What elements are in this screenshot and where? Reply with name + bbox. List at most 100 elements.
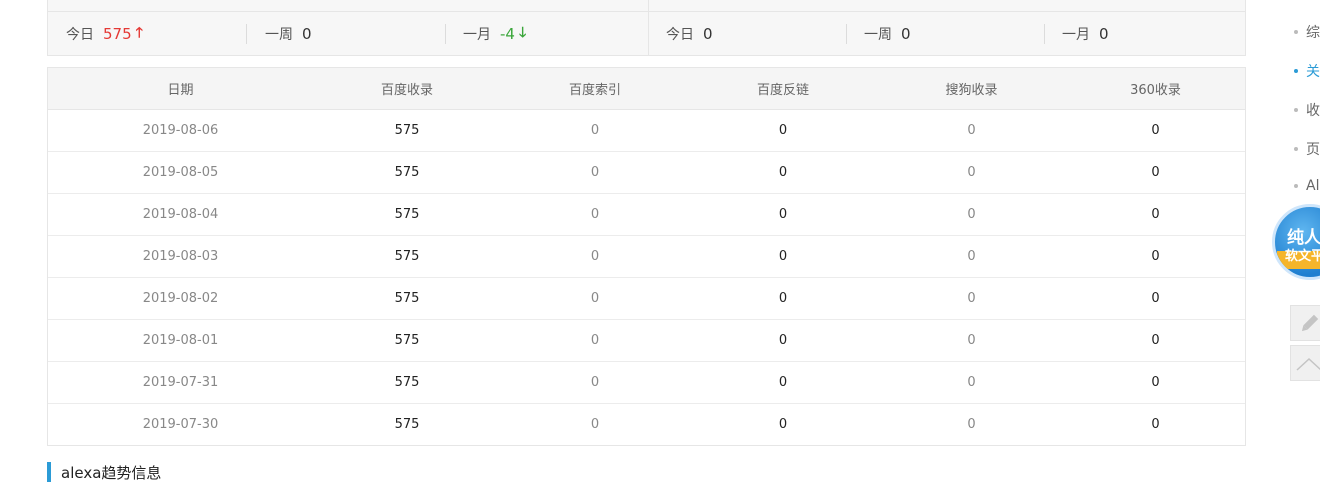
column-header-360-indexed: 360收录 [1066, 68, 1245, 110]
stat-value: 575 [103, 25, 132, 43]
stat-separator [1044, 24, 1045, 44]
cell-date: 2019-08-03 [48, 235, 313, 278]
stat-label: 一月 [1062, 27, 1090, 43]
stat-value: 0 [901, 25, 911, 43]
stat-month-right: 一月 0 [1062, 12, 1109, 56]
bullet-icon [1294, 184, 1298, 188]
arrow-up-icon: 🡑 [135, 25, 143, 41]
cell-date: 2019-08-01 [48, 319, 313, 362]
cell-baidu-indexed: 575 [313, 319, 501, 362]
stat-value: -4 [500, 25, 515, 43]
cell-baidu-backlinks: 0 [689, 277, 877, 320]
cell-sogou-indexed: 0 [877, 319, 1066, 362]
cell-baidu-backlinks: 0 [689, 193, 877, 236]
cell-baidu-backlinks: 0 [689, 151, 877, 194]
cell-baidu-backlinks: 0 [689, 109, 877, 152]
stat-value: 0 [703, 25, 713, 43]
cell-360-indexed: 0 [1066, 109, 1245, 152]
cell-360-indexed: 0 [1066, 235, 1245, 278]
table-row: 2019-08-04 575 0 0 0 0 [48, 193, 1245, 236]
side-nav-item-active[interactable]: 关 [1294, 61, 1320, 81]
cell-baidu-indexed: 575 [313, 361, 501, 404]
side-nav-item[interactable]: 综 [1294, 22, 1320, 42]
cell-baidu-indexed: 575 [313, 109, 501, 152]
side-nav-label: Al [1306, 178, 1320, 194]
cell-baidu-indexed: 575 [313, 235, 501, 278]
cell-baidu-index: 0 [590, 417, 600, 432]
promo-badge[interactable]: 纯人 软文平 [1272, 204, 1320, 280]
stat-value: 0 [1099, 25, 1109, 43]
edit-button[interactable] [1290, 305, 1320, 341]
cell-360-indexed: 0 [1151, 417, 1160, 432]
stat-month-left: 一月 -4 🡓 [463, 12, 526, 56]
cell-date: 2019-07-31 [48, 361, 313, 404]
cell-baidu-backlinks: 0 [689, 361, 877, 404]
stat-week-left: 一周 0 [265, 12, 312, 56]
back-to-top-button[interactable] [1290, 345, 1320, 381]
cell-360-indexed: 0 [1066, 151, 1245, 194]
stat-separator [246, 24, 247, 44]
stats-bar: 今日 575 🡑 一周 0 一月 -4 🡓 今日 0 一周 0 一月 0 [47, 0, 1246, 56]
stat-today-left: 今日 575 🡑 [66, 12, 143, 56]
side-nav-label: 关 [1306, 64, 1320, 80]
side-nav-item[interactable]: 页 [1294, 139, 1320, 159]
cell-baidu-index: 0 [501, 235, 689, 278]
bullet-icon [1294, 30, 1298, 34]
cell-baidu-indexed: 575 [313, 151, 501, 194]
arrow-down-icon: 🡓 [518, 25, 527, 41]
cell-date: 2019-08-06 [48, 109, 313, 152]
column-header-date: 日期 [48, 68, 313, 110]
table-header-row: 日期 百度收录 百度索引 百度反链 搜狗收录 360收录 [48, 68, 1245, 110]
pencil-icon [1301, 314, 1319, 332]
cell-sogou-indexed: 0 [877, 361, 1066, 404]
table-row: 2019-08-03 575 0 0 0 0 [48, 235, 1245, 278]
chevron-up-icon [1296, 357, 1320, 371]
cell-baidu-backlinks: 0 [689, 235, 877, 278]
table-row: 2019-07-30 575 0 0 0 0 [48, 404, 1245, 446]
stat-label: 一周 [864, 27, 892, 43]
index-table: 日期 百度收录 百度索引 百度反链 搜狗收录 360收录 2019-08-06 5… [47, 67, 1246, 446]
bullet-icon [1294, 108, 1298, 112]
bullet-icon [1294, 69, 1298, 73]
column-header-baidu-indexed: 百度收录 [313, 68, 501, 110]
section-title: alexa趋势信息 [61, 463, 162, 482]
badge-line2: 软文平 [1285, 249, 1320, 264]
column-header-sogou-indexed: 搜狗收录 [877, 68, 1066, 110]
bullet-icon [1294, 147, 1298, 151]
cell-baidu-index: 0 [501, 151, 689, 194]
cell-baidu-indexed: 575 [313, 277, 501, 320]
cell-date: 2019-08-04 [48, 193, 313, 236]
cell-baidu-index: 0 [501, 361, 689, 404]
stat-value: 0 [302, 25, 312, 43]
stat-label: 一周 [265, 27, 293, 43]
cell-baidu-index: 0 [501, 193, 689, 236]
side-nav-item[interactable]: 收 [1294, 100, 1320, 120]
stat-label: 今日 [666, 27, 694, 43]
cell-baidu-index: 0 [501, 109, 689, 152]
stats-divider [648, 0, 649, 56]
cell-baidu-index: 0 [501, 277, 689, 320]
cell-date: 2019-08-02 [48, 277, 313, 320]
table-row: 2019-08-02 575 0 0 0 0 [48, 277, 1245, 320]
cell-sogou-indexed: 0 [967, 417, 976, 432]
cell-360-indexed: 0 [1066, 319, 1245, 362]
stat-separator [445, 24, 446, 44]
side-nav-item[interactable]: Al [1294, 178, 1319, 194]
cell-baidu-backlinks: 0 [689, 319, 877, 362]
cell-baidu-index: 0 [501, 319, 689, 362]
cell-sogou-indexed: 0 [877, 151, 1066, 194]
table-row: 2019-08-05 575 0 0 0 0 [48, 151, 1245, 194]
cell-baidu-indexed: 575 [394, 417, 420, 432]
cell-360-indexed: 0 [1066, 277, 1245, 320]
side-nav-label: 综 [1306, 25, 1320, 41]
column-header-baidu-index: 百度索引 [501, 68, 689, 110]
cell-baidu-indexed: 575 [313, 193, 501, 236]
stat-separator [846, 24, 847, 44]
column-header-baidu-backlinks: 百度反链 [689, 68, 877, 110]
table-row: 2019-08-06 575 0 0 0 0 [48, 109, 1245, 152]
cell-date: 2019-07-30 [142, 417, 219, 432]
cell-sogou-indexed: 0 [877, 277, 1066, 320]
cell-sogou-indexed: 0 [877, 235, 1066, 278]
stats-upper-strip [48, 0, 1245, 12]
cell-sogou-indexed: 0 [877, 109, 1066, 152]
